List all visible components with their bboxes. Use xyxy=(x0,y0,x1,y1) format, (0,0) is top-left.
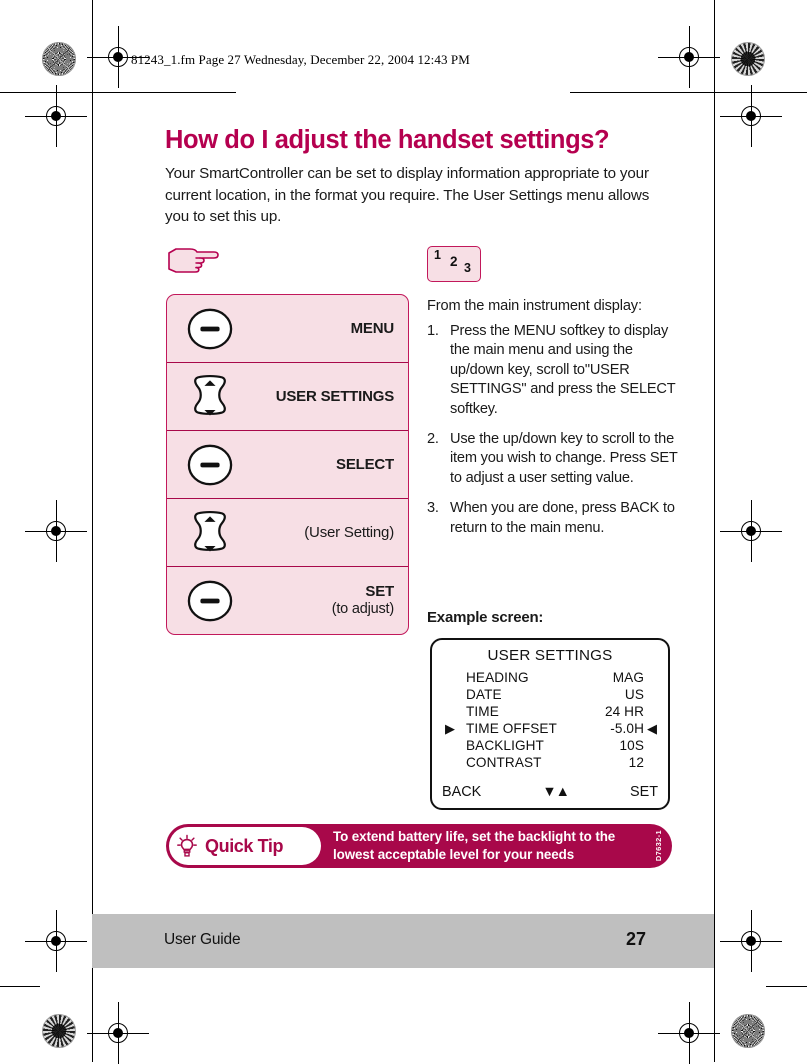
file-info-header: 81243_1.fm Page 27 Wednesday, December 2… xyxy=(131,52,470,67)
updown-key-icon xyxy=(167,503,253,563)
lcd-example-screen: USER SETTINGS HEADING MAG DATE US TIME 2… xyxy=(430,638,670,810)
crop-line-top xyxy=(0,92,236,93)
crop-line-bottom-right xyxy=(766,986,807,987)
list-item: 2. Use the up/down key to scroll to the … xyxy=(427,430,685,488)
lcd-item-value: US xyxy=(624,687,644,702)
lcd-softkey-bar: BACK ▼▲ SET xyxy=(432,784,668,800)
list-item: BACKLIGHT 10S xyxy=(440,737,660,754)
badge-number-3: 3 xyxy=(464,261,471,275)
lcd-item-name: DATE xyxy=(466,687,502,702)
footer-document-title: User Guide xyxy=(164,931,241,948)
quick-tip-banner: Quick Tip To extend battery life, set th… xyxy=(166,824,672,868)
lcd-title: USER SETTINGS xyxy=(487,647,613,664)
step-number: 3. xyxy=(427,500,439,517)
key-row-user-settings: USER SETTINGS xyxy=(167,363,408,431)
example-screen-heading: Example screen: xyxy=(427,609,544,626)
page-footer: User Guide 27 xyxy=(92,914,714,968)
badge-number-2: 2 xyxy=(450,254,458,269)
lightbulb-icon xyxy=(169,834,205,858)
color-rosette-top-right xyxy=(731,42,765,76)
registration-mark-right-middle xyxy=(720,500,782,562)
lcd-item-name: TIME xyxy=(466,704,499,719)
key-row-label: MENU xyxy=(350,319,395,337)
lcd-item-value: -5.0H xyxy=(610,721,644,736)
selection-caret-left-icon: ▶ xyxy=(445,721,455,736)
list-item-selected: ▶ TIME OFFSET -5.0H ◀ xyxy=(440,720,660,737)
key-row-label-set: SET (to adjust) xyxy=(253,583,408,618)
lcd-item-value: 10S xyxy=(619,738,644,753)
instructions-steps: 1. Press the MENU softkey to display the… xyxy=(427,322,685,549)
quick-tip-pill: Quick Tip xyxy=(169,827,321,865)
list-item: 3. When you are done, press BACK to retu… xyxy=(427,499,685,538)
key-row-label: SELECT xyxy=(336,455,394,473)
registration-mark-top-left xyxy=(87,26,149,88)
pointing-hand-icon xyxy=(166,245,222,277)
crop-line-right xyxy=(714,0,715,1062)
lcd-updown-arrows-icon: ▼▲ xyxy=(542,784,569,800)
key-row-label: SET xyxy=(365,583,394,601)
lcd-item-name: HEADING xyxy=(466,670,529,685)
steps-number-badge: 1 2 3 xyxy=(427,246,481,282)
page-title: How do I adjust the handset settings? xyxy=(165,126,610,154)
quick-tip-title: Quick Tip xyxy=(205,835,284,856)
lcd-item-value: 12 xyxy=(628,755,644,770)
crop-line-left xyxy=(92,0,93,1062)
color-rosette-bottom-right xyxy=(731,1014,765,1048)
lcd-menu-list: HEADING MAG DATE US TIME 24 HR ▶ TIME OF… xyxy=(432,669,668,771)
lcd-item-value: MAG xyxy=(612,670,644,685)
quick-tip-doc-code: D7632-1 xyxy=(654,830,663,862)
quick-tip-body: To extend battery life, set the backligh… xyxy=(333,829,616,862)
list-item: CONTRAST 12 xyxy=(440,754,660,771)
registration-mark-left-top xyxy=(25,85,87,147)
key-row-user-setting-value: (User Setting) xyxy=(167,499,408,567)
color-rosette-bottom-left xyxy=(42,1014,76,1048)
lcd-softkey-set: SET xyxy=(630,784,658,800)
registration-mark-right-bottom xyxy=(720,910,782,972)
instructions-lead: From the main instrument display: xyxy=(427,298,642,314)
list-item: 1. Press the MENU softkey to display the… xyxy=(427,322,685,419)
key-row-sublabel: (to adjust) xyxy=(331,601,394,618)
step-number: 1. xyxy=(427,323,439,339)
lcd-item-name: BACKLIGHT xyxy=(466,738,544,753)
crop-line-bottom xyxy=(0,986,40,987)
updown-key-icon xyxy=(167,367,253,427)
lcd-softkey-back: BACK xyxy=(442,784,482,800)
registration-mark-left-middle xyxy=(25,500,87,562)
key-row-label: USER SETTINGS xyxy=(275,387,394,405)
lcd-item-value: 24 HR xyxy=(604,704,644,719)
lcd-item-name: TIME OFFSET xyxy=(466,721,557,736)
step-text: When you are done, press BACK to return … xyxy=(450,500,675,536)
lcd-item-name: CONTRAST xyxy=(466,755,542,770)
intro-paragraph: Your SmartController can be set to displ… xyxy=(165,165,650,226)
footer-page-number: 27 xyxy=(625,929,646,949)
list-item: HEADING MAG xyxy=(440,669,660,686)
key-row-select: SELECT xyxy=(167,431,408,499)
crop-line-top-right xyxy=(570,92,807,93)
step-text: Press the MENU softkey to display the ma… xyxy=(450,323,676,417)
list-item: DATE US xyxy=(440,686,660,703)
softkey-button-icon xyxy=(167,306,253,352)
key-row-set: SET (to adjust) xyxy=(167,567,408,635)
color-rosette-top-left xyxy=(42,42,76,76)
key-sequence-panel: MENU USER SETTINGS SELECT (User Setting)… xyxy=(166,294,409,635)
list-item: TIME 24 HR xyxy=(440,703,660,720)
key-row-label: (User Setting) xyxy=(304,523,394,541)
key-row-menu: MENU xyxy=(167,295,408,363)
selection-caret-right-icon: ◀ xyxy=(647,721,657,736)
step-text: Use the up/down key to scroll to the ite… xyxy=(450,431,678,486)
registration-mark-left-bottom xyxy=(25,910,87,972)
softkey-button-icon xyxy=(167,578,253,624)
step-number: 2. xyxy=(427,431,439,448)
registration-mark-top-right xyxy=(658,26,720,88)
registration-mark-bottom-left xyxy=(87,1002,149,1064)
softkey-button-icon xyxy=(167,442,253,488)
registration-mark-bottom-right xyxy=(658,1002,720,1064)
badge-number-1: 1 xyxy=(434,248,441,262)
registration-mark-right-top xyxy=(720,85,782,147)
